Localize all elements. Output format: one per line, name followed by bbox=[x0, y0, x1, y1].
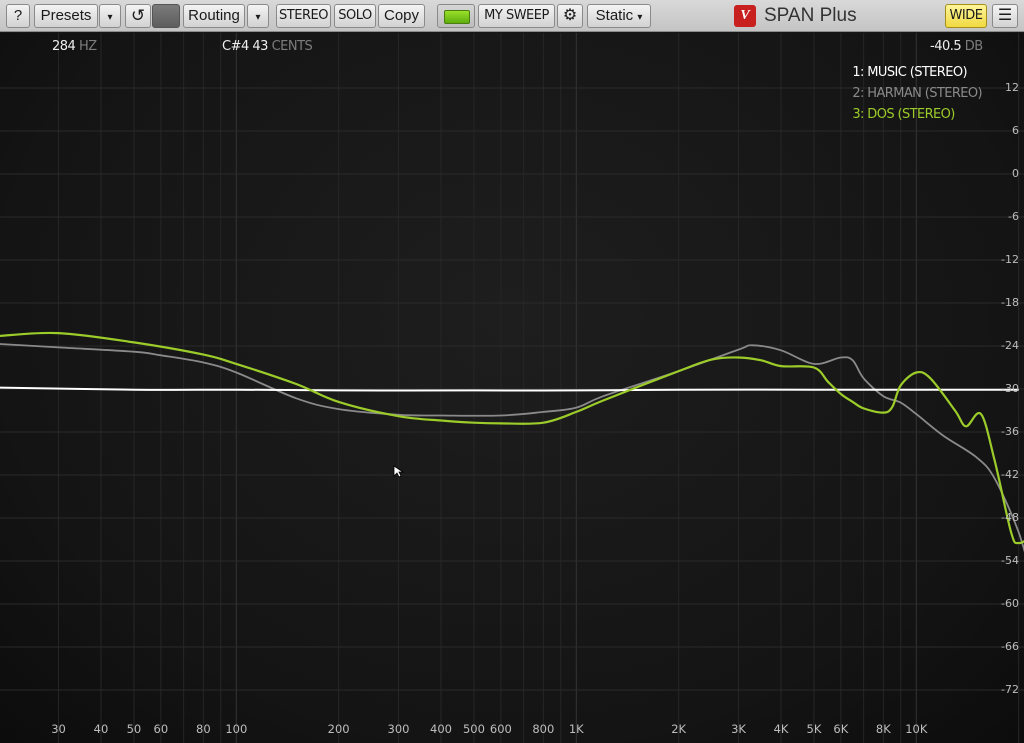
y-tick-label: -72 bbox=[1001, 683, 1019, 696]
undo-icon: ↺ bbox=[130, 6, 146, 25]
y-tick-label: -30 bbox=[1001, 382, 1019, 395]
compare-button[interactable] bbox=[152, 4, 180, 28]
x-tick-label: 200 bbox=[327, 722, 350, 736]
hamburger-menu-icon: ☰ bbox=[997, 7, 1013, 24]
y-tick-label: -12 bbox=[1001, 253, 1019, 266]
chevron-down-icon: ▾ bbox=[637, 12, 643, 23]
mode-dropdown[interactable]: Static ▾ bbox=[587, 4, 651, 28]
x-tick-label: 10K bbox=[905, 722, 928, 736]
y-tick-label: -48 bbox=[1001, 511, 1019, 524]
y-tick-label: -18 bbox=[1001, 296, 1019, 309]
x-tick-label: 1K bbox=[568, 722, 584, 736]
series-dos-line bbox=[0, 331, 1024, 545]
cents-unit: CENTS bbox=[271, 39, 313, 54]
legend-item-harman[interactable]: 2: HARMAN (STEREO) bbox=[852, 83, 982, 104]
menu-button[interactable]: ☰ bbox=[992, 4, 1018, 28]
wide-toggle[interactable]: WIDE bbox=[945, 4, 987, 28]
y-tick-label: 0 bbox=[1012, 167, 1019, 180]
brand: V SPAN Plus bbox=[734, 3, 857, 29]
solo-button[interactable]: SOLO bbox=[334, 4, 376, 28]
toolbar: ? Presets ▾ ↺ Routing ▾ STEREO SOLO Copy… bbox=[0, 0, 1024, 32]
y-tick-label: -6 bbox=[1008, 210, 1019, 223]
legend: 1: MUSIC (STEREO) 2: HARMAN (STEREO) 3: … bbox=[852, 62, 982, 125]
help-button[interactable]: ? bbox=[6, 4, 30, 28]
mouse-cursor-icon bbox=[393, 465, 405, 478]
gear-icon: ⚙ bbox=[562, 7, 578, 24]
note-value: C#4 bbox=[222, 39, 249, 54]
frequency-readout: 284 HZ bbox=[52, 39, 97, 54]
y-tick-label: -24 bbox=[1001, 339, 1019, 352]
cents-value: 43 bbox=[252, 39, 268, 54]
y-tick-label: -66 bbox=[1001, 640, 1019, 653]
trace-color-toggle[interactable] bbox=[437, 4, 475, 28]
frequency-value: 284 bbox=[52, 39, 76, 54]
routing-dropdown-button[interactable]: ▾ bbox=[247, 4, 269, 28]
y-tick-label: -42 bbox=[1001, 468, 1019, 481]
plugin-title: SPAN Plus bbox=[764, 5, 857, 26]
series-harman-line bbox=[0, 343, 1024, 553]
level-value: -40.5 bbox=[930, 39, 962, 54]
spectrum-chart bbox=[0, 33, 1024, 743]
y-tick-label: 12 bbox=[1005, 81, 1019, 94]
legend-item-dos[interactable]: 3: DOS (STEREO) bbox=[852, 104, 982, 125]
green-indicator-icon bbox=[444, 10, 470, 24]
frequency-unit: HZ bbox=[78, 39, 97, 54]
presets-dropdown-button[interactable]: ▾ bbox=[99, 4, 121, 28]
chevron-down-icon: ▾ bbox=[107, 12, 113, 23]
stereo-button[interactable]: STEREO bbox=[276, 4, 331, 28]
y-tick-label: 6 bbox=[1012, 124, 1019, 137]
level-unit: DB bbox=[964, 39, 983, 54]
mode-label: Static bbox=[595, 7, 634, 24]
voxengo-logo-icon: V bbox=[734, 5, 756, 27]
y-tick-label: -60 bbox=[1001, 597, 1019, 610]
legend-item-music[interactable]: 1: MUSIC (STEREO) bbox=[852, 62, 982, 83]
chevron-down-icon: ▾ bbox=[255, 12, 261, 23]
sweep-selector[interactable]: MY SWEEP bbox=[478, 4, 555, 28]
settings-button[interactable]: ⚙ bbox=[557, 4, 583, 28]
x-tick-label: 2K bbox=[671, 722, 687, 736]
level-readout: -40.5 DB bbox=[930, 39, 983, 54]
undo-button[interactable]: ↺ bbox=[125, 4, 151, 28]
presets-button[interactable]: Presets bbox=[34, 4, 98, 28]
copy-button[interactable]: Copy bbox=[378, 4, 425, 28]
spectrum-plot[interactable] bbox=[0, 33, 1024, 743]
routing-button[interactable]: Routing bbox=[183, 4, 245, 28]
y-tick-label: -36 bbox=[1001, 425, 1019, 438]
note-readout: C#4 43 CENTS bbox=[222, 39, 313, 54]
y-tick-label: -54 bbox=[1001, 554, 1019, 567]
x-tick-label: 100 bbox=[225, 722, 248, 736]
